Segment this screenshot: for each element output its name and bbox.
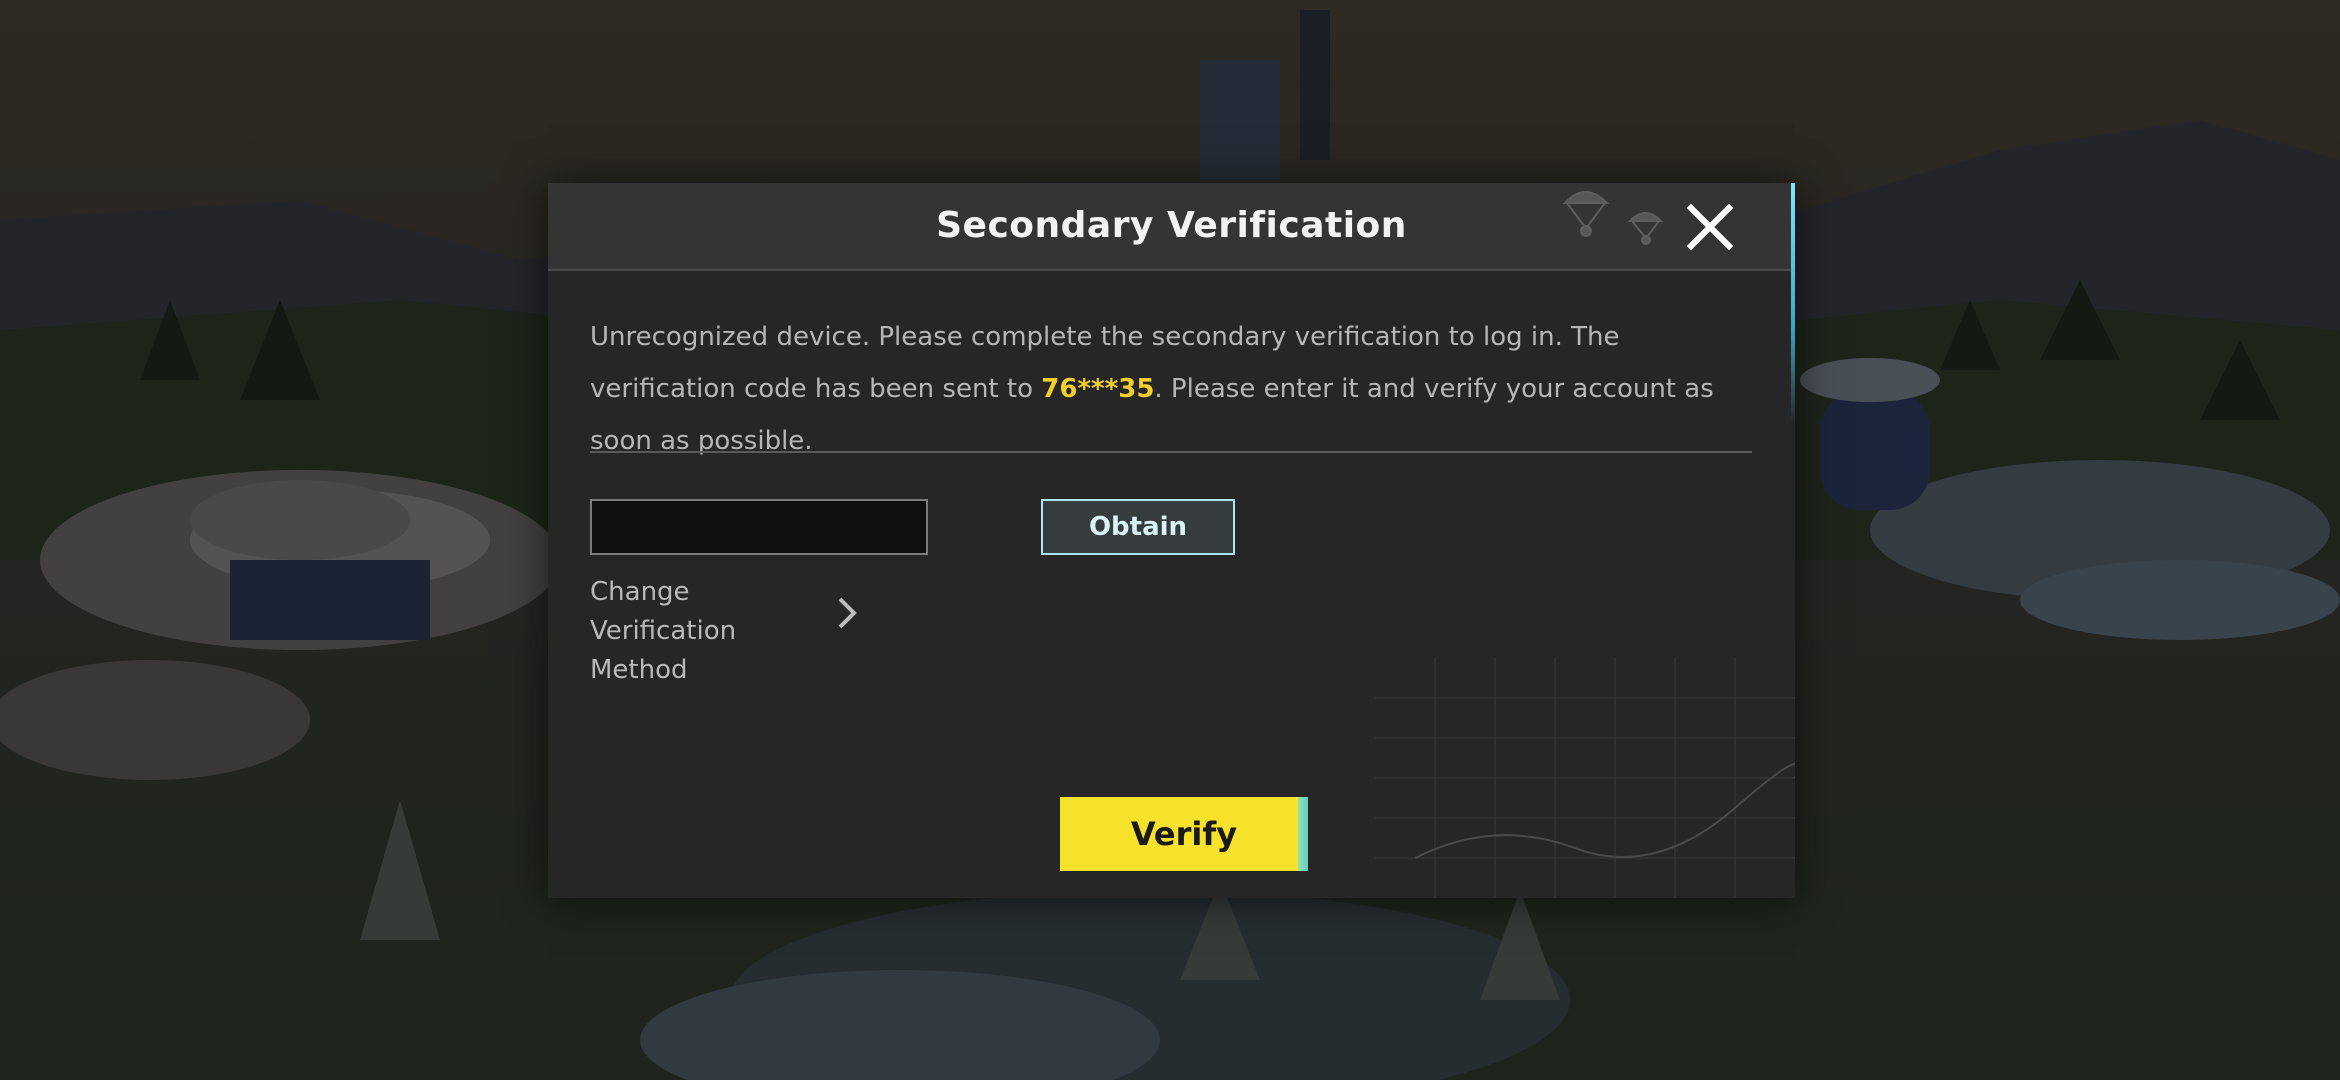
divider [590,451,1752,453]
change-verification-method-link[interactable]: Change Verification Method [590,573,890,685]
chevron-right-icon [838,597,857,629]
grid-map-decoration [1375,658,1795,898]
dialog-title: Secondary Verification [936,205,1407,246]
verification-code-input[interactable] [590,499,928,555]
masked-phone-number: 76***35 [1041,374,1155,404]
verify-button[interactable]: Verify [1060,797,1308,871]
secondary-verification-dialog: Secondary Verification Unrecognized devi… [548,183,1795,898]
obtain-code-button[interactable]: Obtain [1041,499,1235,555]
game-scene: Secondary Verification Unrecognized devi… [0,0,2340,1080]
close-icon[interactable] [1683,200,1737,254]
verify-label: Verify [1130,815,1238,853]
dialog-edge-accent [1791,183,1795,423]
dialog-header: Secondary Verification [548,183,1795,271]
change-method-label: Change Verification Method [590,577,737,685]
verification-message: Unrecognized device. Please complete the… [590,311,1750,467]
